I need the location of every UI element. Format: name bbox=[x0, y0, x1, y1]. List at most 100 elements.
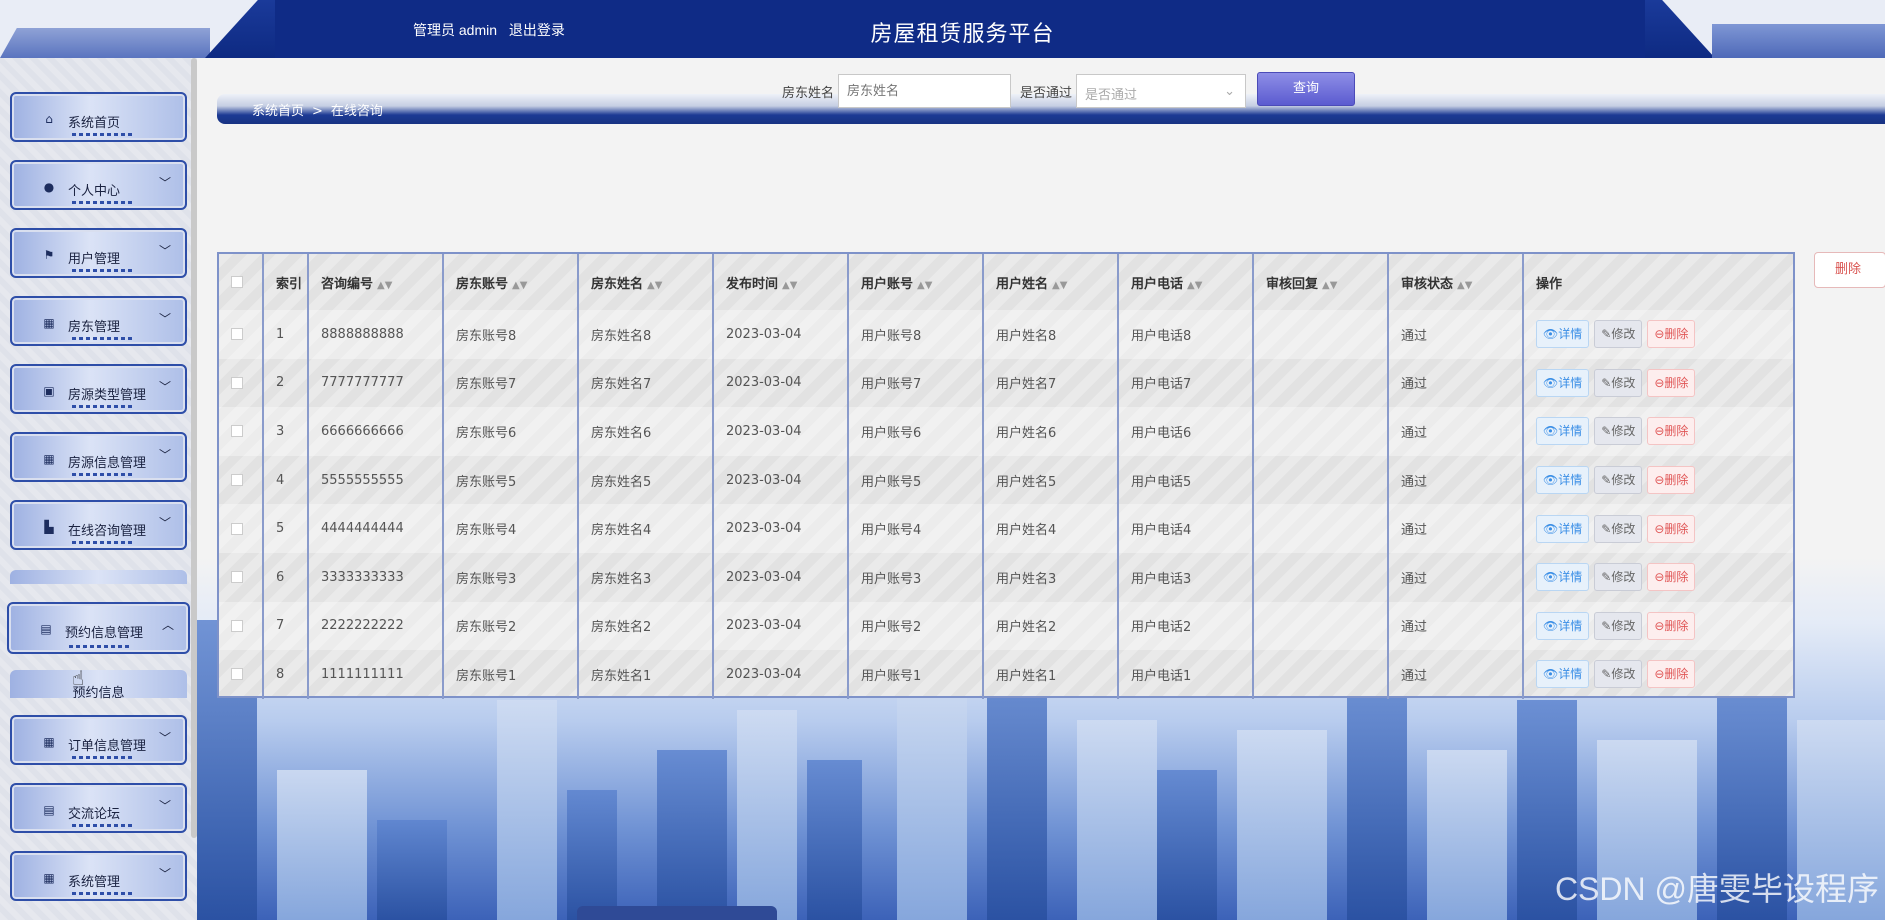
delete-button[interactable]: ⊖删除 bbox=[1647, 611, 1696, 640]
sort-icon[interactable]: ▲▼ bbox=[1052, 280, 1067, 291]
cell-idx: 8 bbox=[263, 650, 309, 699]
sort-icon[interactable]: ▲▼ bbox=[1322, 280, 1337, 291]
menu-decoration bbox=[72, 541, 132, 544]
pencil-icon: ✎ bbox=[1601, 473, 1612, 488]
row-checkbox[interactable] bbox=[231, 474, 243, 487]
detail-button[interactable]: 👁详情 bbox=[1536, 660, 1590, 689]
detail-button[interactable]: 👁详情 bbox=[1536, 417, 1590, 446]
query-button[interactable]: 查询 bbox=[1257, 72, 1355, 106]
detail-button-label: 详情 bbox=[1558, 521, 1583, 536]
minus-circle-icon: ⊖ bbox=[1654, 618, 1665, 633]
detail-button[interactable]: 👁详情 bbox=[1536, 514, 1590, 543]
delete-button[interactable]: ⊖删除 bbox=[1647, 514, 1696, 543]
main-content: CSDN @唐雯毕设程序 系统首页>在线咨询 房东姓名 是否通过 是否通过 ⌄ … bbox=[197, 58, 1885, 920]
sort-icon[interactable]: ▲▼ bbox=[917, 280, 932, 291]
delete-button[interactable]: ⊖删除 bbox=[1647, 417, 1696, 446]
sidebar-item[interactable]: ⚑ 用户管理 ﹀ bbox=[10, 228, 187, 278]
edit-button[interactable]: ✎修改 bbox=[1594, 466, 1643, 495]
sidebar-item[interactable]: ▦ 房东管理 ﹀ bbox=[10, 296, 187, 346]
cell-user-phone: 用户电话5 bbox=[1118, 455, 1254, 505]
sidebar-item[interactable]: ▤ 交流论坛 ﹀ bbox=[10, 783, 187, 833]
edit-button[interactable]: ✎修改 bbox=[1594, 660, 1643, 689]
cell-status: 通过 bbox=[1388, 407, 1524, 456]
table-row: 2 7777777777 房东账号7 房东姓名7 2023-03-04 用户账号7 用户姓名… bbox=[219, 358, 1793, 408]
delete-button[interactable]: ⊖删除 bbox=[1647, 466, 1696, 495]
hand-cursor-icon: ☝ bbox=[72, 666, 85, 690]
detail-button-label: 详情 bbox=[1558, 667, 1583, 682]
edit-button[interactable]: ✎修改 bbox=[1594, 320, 1643, 349]
cell-reply bbox=[1253, 552, 1389, 602]
row-select-cell bbox=[219, 358, 264, 408]
col-user-name[interactable]: 用户姓名 ▲▼ bbox=[983, 254, 1119, 310]
delete-button[interactable]: ⊖删除 bbox=[1647, 660, 1696, 689]
delete-button-label: 删除 bbox=[1664, 473, 1689, 488]
col-landlord-account[interactable]: 房东账号 ▲▼ bbox=[443, 254, 579, 310]
delete-button-label: 删除 bbox=[1664, 570, 1689, 585]
breadcrumb-home[interactable]: 系统首页 bbox=[252, 104, 304, 119]
row-checkbox[interactable] bbox=[231, 522, 243, 535]
row-checkbox[interactable] bbox=[231, 376, 243, 389]
row-checkbox[interactable] bbox=[231, 425, 243, 438]
col-user-phone[interactable]: 用户电话 ▲▼ bbox=[1118, 254, 1254, 310]
cell-id: 1111111111 bbox=[308, 650, 444, 699]
cell-landlord-name: 房东姓名8 bbox=[578, 310, 714, 359]
sort-icon[interactable]: ▲▼ bbox=[377, 280, 392, 291]
row-checkbox[interactable] bbox=[231, 328, 243, 341]
eye-icon: 👁 bbox=[1543, 473, 1559, 488]
sort-icon[interactable]: ▲▼ bbox=[1457, 280, 1472, 291]
cell-idx: 5 bbox=[263, 504, 309, 553]
sort-icon[interactable]: ▲▼ bbox=[512, 280, 527, 291]
sidebar-item[interactable]: ▙ 在线咨询管理 ﹀ bbox=[10, 500, 187, 550]
row-checkbox[interactable] bbox=[231, 571, 243, 584]
edit-button[interactable]: ✎修改 bbox=[1594, 563, 1643, 592]
batch-delete-button[interactable]: 删除 bbox=[1814, 252, 1885, 288]
cell-reply bbox=[1253, 504, 1389, 553]
ime-toolbar[interactable] bbox=[577, 906, 777, 920]
edit-button[interactable]: ✎修改 bbox=[1594, 611, 1643, 640]
sort-icon[interactable]: ▲▼ bbox=[1187, 280, 1202, 291]
sort-icon[interactable]: ▲▼ bbox=[782, 280, 797, 291]
sidebar-item[interactable]: ▦ 订单信息管理 ﹀ bbox=[10, 715, 187, 765]
cell-landlord-name: 房东姓名3 bbox=[578, 552, 714, 602]
submenu-item-appointment-info[interactable]: 预约信息 bbox=[10, 670, 187, 701]
col-user-account[interactable]: 用户账号 ▲▼ bbox=[848, 254, 984, 310]
pencil-icon: ✎ bbox=[1601, 375, 1612, 390]
menu-decoration bbox=[72, 201, 132, 204]
row-checkbox[interactable] bbox=[231, 619, 243, 632]
approved-select[interactable]: 是否通过 ⌄ bbox=[1076, 74, 1246, 108]
cell-id: 8888888888 bbox=[308, 310, 444, 359]
detail-button[interactable]: 👁详情 bbox=[1536, 611, 1590, 640]
sort-icon[interactable]: ▲▼ bbox=[647, 280, 662, 291]
sidebar-item[interactable]: ● 个人中心 ﹀ bbox=[10, 160, 187, 210]
col-review-reply[interactable]: 审核回复 ▲▼ bbox=[1253, 254, 1389, 310]
edit-button[interactable]: ✎修改 bbox=[1594, 368, 1643, 397]
grid-icon: ▦ bbox=[43, 452, 55, 466]
delete-button[interactable]: ⊖删除 bbox=[1647, 320, 1696, 349]
detail-button[interactable]: 👁详情 bbox=[1536, 563, 1590, 592]
landlord-name-input[interactable] bbox=[838, 74, 1011, 108]
col-review-status[interactable]: 审核状态 ▲▼ bbox=[1388, 254, 1524, 310]
cell-landlord-acct: 房东账号1 bbox=[443, 650, 579, 699]
sidebar-item[interactable]: ⌂ 系统首页 bbox=[10, 92, 187, 142]
col-landlord-name[interactable]: 房东姓名 ▲▼ bbox=[578, 254, 714, 310]
edit-button[interactable]: ✎修改 bbox=[1594, 514, 1643, 543]
delete-button[interactable]: ⊖删除 bbox=[1647, 368, 1696, 397]
breadcrumb-current: 在线咨询 bbox=[330, 104, 383, 119]
detail-button[interactable]: 👁详情 bbox=[1536, 466, 1590, 495]
sidebar-item[interactable]: ▦ 系统管理 ﹀ bbox=[10, 851, 187, 901]
detail-button[interactable]: 👁详情 bbox=[1536, 320, 1590, 349]
sidebar-item[interactable]: ▦ 房源信息管理 ﹀ bbox=[10, 432, 187, 482]
pencil-icon: ✎ bbox=[1601, 521, 1612, 536]
col-consult-id[interactable]: 咨询编号 ▲▼ bbox=[308, 254, 444, 310]
detail-button[interactable]: 👁详情 bbox=[1536, 368, 1590, 397]
row-checkbox[interactable] bbox=[231, 668, 243, 681]
delete-button[interactable]: ⊖删除 bbox=[1647, 563, 1696, 592]
edit-button[interactable]: ✎修改 bbox=[1594, 417, 1643, 446]
select-all-checkbox[interactable] bbox=[231, 276, 243, 288]
sidebar-item[interactable]: ▤ 预约信息管理 ︿ bbox=[7, 602, 190, 654]
cell-actions: 👁详情 ✎修改 ⊖删除 bbox=[1523, 504, 1793, 553]
cell-time: 2023-03-04 bbox=[713, 310, 849, 359]
col-publish-time[interactable]: 发布时间 ▲▼ bbox=[713, 254, 849, 310]
menu-decoration bbox=[72, 824, 132, 827]
sidebar-item[interactable]: ▣ 房源类型管理 ﹀ bbox=[10, 364, 187, 414]
